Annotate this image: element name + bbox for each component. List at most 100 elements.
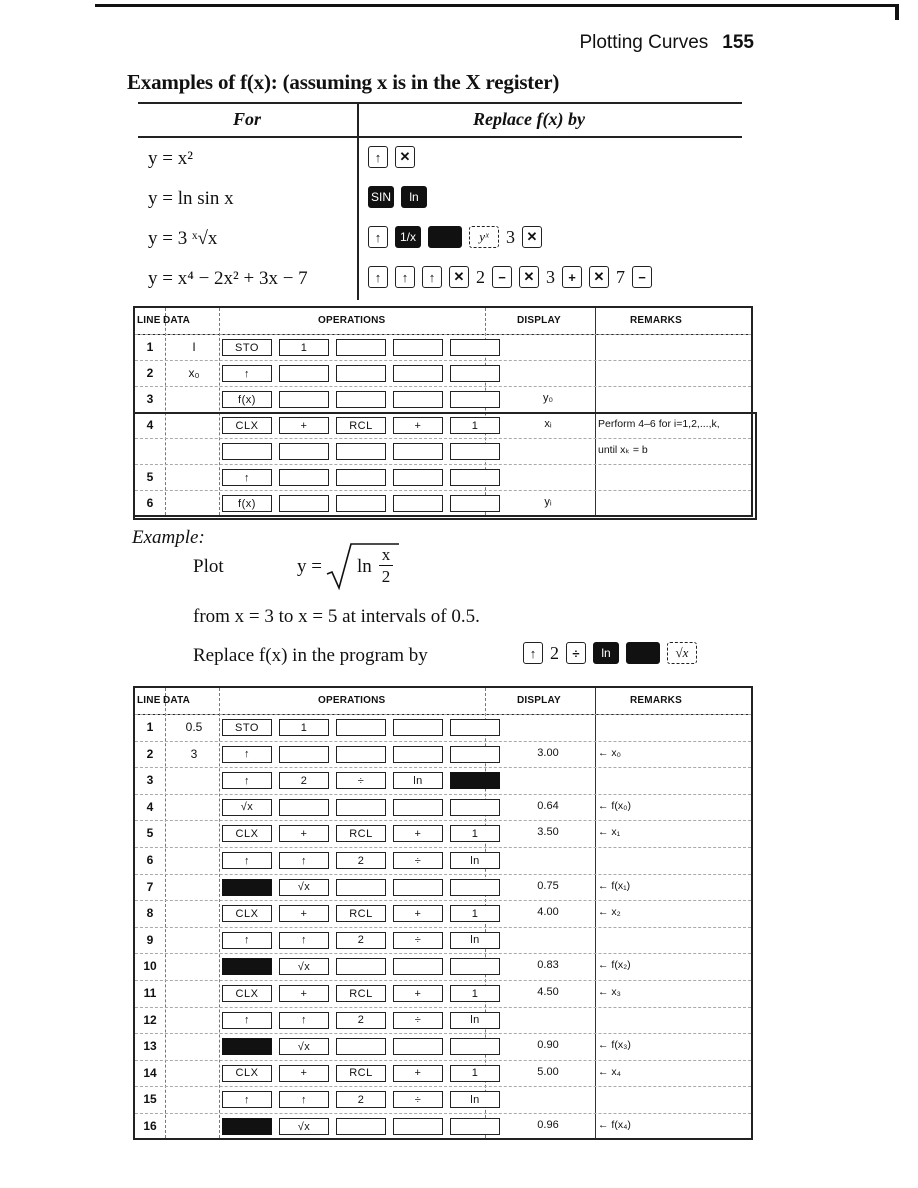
line-number: 4 [146,799,154,814]
empty-key-box [279,798,329,816]
empty-key-box [450,878,500,896]
shift-prefix-key [626,642,660,664]
empty-key-box [393,719,443,736]
line-number: 6 [146,853,154,867]
table-row: 4 CLX + RCL +1 xᵢ Perform 4–6 for i=1,2,...,k, [135,412,751,439]
empty-key-box [336,1038,386,1056]
empty-key-box [393,495,443,512]
empty-key-box [336,469,386,486]
replace-key-sequence: ↑ 2 ÷ ln √x [523,642,697,664]
range-text: from x = 3 to x = 5 at intervals of 0.5. [193,606,480,627]
enter-up-arrow-key: ↑ [222,745,272,763]
operation-keys [222,443,500,460]
operation-key: 2 [336,1091,386,1109]
display-value: xᵢ [544,418,552,430]
operation-key: 1 [279,719,329,736]
plus-key: + [279,825,329,843]
plus-key: + [393,825,443,843]
remark: ← x₄ [598,1065,621,1078]
empty-key-box [393,1118,443,1135]
column-header-remarks: REMARKS [630,315,682,326]
empty-key-box [279,443,329,460]
operation-key: STO [222,719,272,736]
operation-keys: ↑ ↑ 2 ÷ ln [222,1011,500,1029]
operation-keys: ↑ ↑ 2 ÷ ln [222,1091,500,1109]
formula-lhs: y = [297,556,322,577]
table-row: 15 ↑ ↑ 2 ÷ ln [135,1086,751,1114]
operation-key: f(x) [222,391,272,408]
operation-keys: ↑ [222,469,500,486]
operation-keys: STO 1 [222,339,500,356]
line-number: 6 [146,496,154,510]
display-value: 0.96 [537,1119,559,1131]
empty-key-box [279,469,329,486]
operation-key: STO [222,339,272,356]
line-number: 9 [146,932,154,947]
operation-keys: √x [222,958,500,976]
shift-prefix-key [222,878,272,896]
table-row: 5 ↑ [135,464,751,491]
empty-key-box [336,1118,386,1135]
operation-key: 1 [450,825,500,843]
empty-key-box [450,1038,500,1056]
data-value: 3 [190,746,198,761]
empty-key-box [222,443,272,460]
empty-key-box [450,339,500,356]
ln-key: ln [393,772,443,790]
enter-up-arrow-key: ↑ [279,931,329,949]
empty-key-box [393,365,443,382]
plus-key: + [279,1064,329,1082]
empty-key-box [336,719,386,736]
formula: y = x² [148,148,193,169]
empty-key-box [450,391,500,408]
empty-key-box [336,365,386,382]
enter-up-arrow-key: ↑ [222,931,272,949]
line-number: 13 [143,1039,157,1054]
square-root-key: √x [222,798,272,816]
plus-key: + [393,417,443,434]
empty-key-box [450,1118,500,1135]
table-row: 6 f(x) yᵢ [135,490,751,517]
line-number: 5 [146,826,154,841]
empty-key-box [336,339,386,356]
enter-up-arrow-key: ↑ [222,469,272,486]
empty-key-box [393,443,443,460]
ln-key: ln [593,642,619,664]
column-header-line: LINE [137,315,161,326]
plus-key: + [393,985,443,1002]
key-sequence: ↑ ↑ ↑ ✕ 2− ✕ 3 + ✕ 7− [368,266,652,288]
table-row: 7 √x 0.75 ← f(x₁) [135,873,751,902]
operation-key: RCL [336,1064,386,1082]
empty-key-box [450,719,500,736]
table-row: 14 CLX + RCL +1 5.00 ← x₄ [135,1059,751,1088]
remark: ← x₁ [598,826,621,839]
enter-up-arrow-key: ↑ [395,266,415,288]
operation-key: CLX [222,1064,272,1082]
key-sequence: ↑ 1/x yˣ 3 ✕ [368,226,542,248]
display-value: 5.00 [537,1065,559,1078]
operation-keys: ↑ 2 ÷ ln [222,772,500,790]
plot-formula: y = ln x 2 [297,542,417,592]
empty-key-box [336,745,386,763]
table-row: 10 √x 0.83 ← f(x₂) [135,953,751,981]
enter-up-arrow-key: ↑ [279,1011,329,1029]
operation-keys: CLX + RCL +1 [222,417,500,434]
table-row: 13 √x 0.90 ← f(x₃) [135,1033,751,1061]
empty-key-box [279,391,329,408]
operation-keys: f(x) [222,391,500,408]
operation-key: 2 [336,852,386,869]
page-number: 155 [722,32,754,53]
remark: ← x₃ [598,986,621,998]
line-number: 10 [143,959,157,974]
table-row: 3 ↑ 2 ÷ ln [135,767,751,795]
empty-key-box [450,745,500,763]
table-row: 3 f(x) y₀ [135,386,751,413]
display-value: 3.00 [537,746,559,759]
table-row: 12 ↑ ↑ 2 ÷ ln [135,1006,751,1035]
multiply-key: ✕ [395,146,415,168]
enter-up-arrow-key: ↑ [368,226,388,248]
empty-key-box [336,443,386,460]
operation-keys: CLX + RCL +1 [222,1064,500,1082]
operation-keys: √x [222,878,500,896]
top-rule [95,4,898,7]
